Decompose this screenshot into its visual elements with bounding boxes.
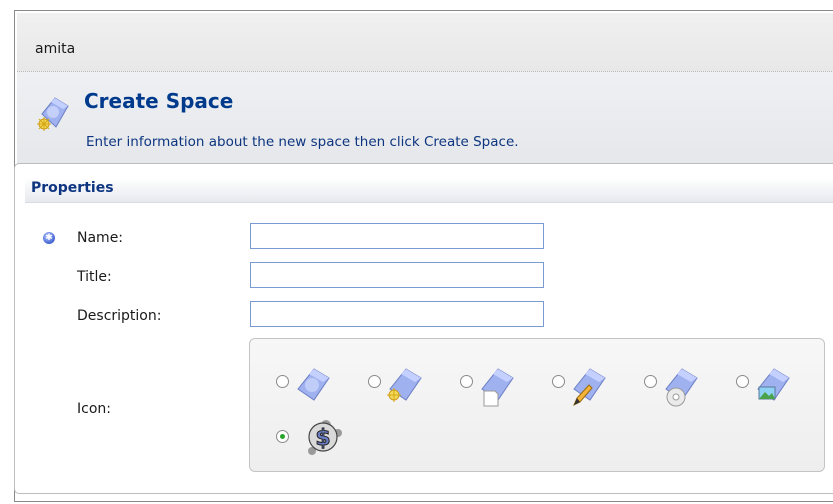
space-star-icon xyxy=(387,368,422,402)
name-field[interactable] xyxy=(250,223,544,249)
page-subtitle: Enter information about the new space th… xyxy=(86,134,519,150)
title-field[interactable] xyxy=(250,262,544,288)
create-space-icon xyxy=(37,97,69,131)
required-icon: ✱ xyxy=(43,232,55,244)
svg-text:$: $ xyxy=(315,426,330,451)
properties-panel: Properties ✱ Name: Title: Description: I… xyxy=(14,163,833,494)
properties-section-header: Properties xyxy=(25,178,833,203)
page-header: Create Space Enter information about the… xyxy=(17,72,833,167)
radio-default[interactable] xyxy=(276,375,289,388)
description-label: Description: xyxy=(77,308,162,324)
icon-picker: $ xyxy=(249,338,825,472)
name-label: Name: xyxy=(77,230,124,246)
radio-cd[interactable] xyxy=(644,375,657,388)
description-field[interactable] xyxy=(250,301,544,327)
radio-pencil[interactable] xyxy=(552,375,565,388)
page-title: Create Space xyxy=(84,89,234,113)
radio-document[interactable] xyxy=(460,375,473,388)
icon-label: Icon: xyxy=(77,401,111,417)
space-pencil-icon xyxy=(573,368,606,407)
breadcrumb-bar: amita xyxy=(17,13,833,72)
space-image-icon xyxy=(757,368,790,401)
space-cd-icon xyxy=(665,368,698,407)
space-default-icon xyxy=(297,368,330,401)
title-label: Title: xyxy=(77,269,112,285)
breadcrumb-user[interactable]: amita xyxy=(35,41,75,57)
properties-section-title: Properties xyxy=(31,180,114,196)
space-document-icon xyxy=(481,368,514,407)
space-dollar-icon: $ xyxy=(308,420,342,455)
radio-image[interactable] xyxy=(736,375,749,388)
radio-star[interactable] xyxy=(368,375,381,388)
radio-dollar[interactable] xyxy=(276,430,289,443)
